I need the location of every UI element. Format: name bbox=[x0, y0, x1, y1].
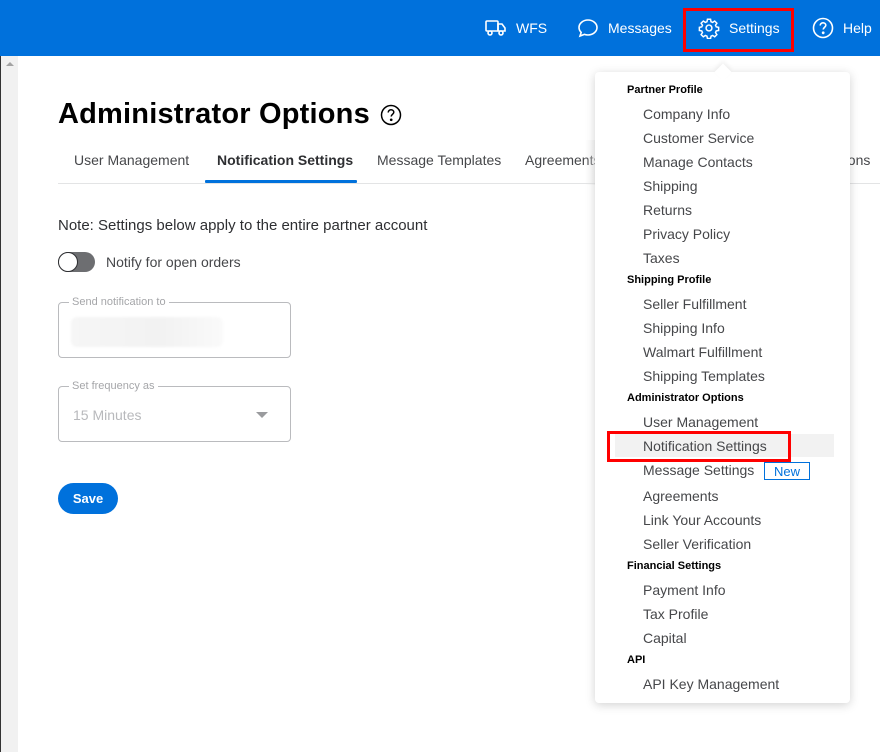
menu-item-shipping-templates[interactable]: Shipping Templates bbox=[643, 368, 765, 384]
question-circle-icon bbox=[812, 17, 843, 39]
caret-down-icon bbox=[256, 412, 268, 418]
menu-item-manage-contacts[interactable]: Manage Contacts bbox=[643, 154, 753, 170]
tab-message-templates[interactable]: Message Templates bbox=[377, 152, 501, 168]
menu-item-tax-profile[interactable]: Tax Profile bbox=[643, 606, 708, 622]
menu-heading-partner-profile: Partner Profile bbox=[627, 84, 703, 96]
nav-wfs[interactable]: WFS bbox=[485, 0, 547, 56]
menu-item-company-info[interactable]: Company Info bbox=[643, 106, 730, 122]
menu-heading-financial-settings: Financial Settings bbox=[627, 560, 722, 572]
menu-item-capital[interactable]: Capital bbox=[643, 630, 687, 646]
menu-item-notification-settings[interactable]: Notification Settings bbox=[643, 438, 767, 454]
nav-help[interactable]: Help bbox=[812, 0, 872, 56]
tab-notification-settings[interactable]: Notification Settings bbox=[217, 152, 353, 168]
nav-messages[interactable]: Messages bbox=[577, 0, 672, 56]
menu-item-link-your-accounts[interactable]: Link Your Accounts bbox=[643, 512, 761, 528]
menu-heading-shipping-profile: Shipping Profile bbox=[627, 274, 712, 286]
menu-heading-api: API bbox=[627, 654, 646, 666]
nav-wfs-label: WFS bbox=[516, 20, 548, 36]
settings-note: Note: Settings below apply to the entire… bbox=[58, 217, 428, 234]
scrollbar[interactable] bbox=[1, 56, 18, 752]
menu-item-taxes[interactable]: Taxes bbox=[643, 250, 680, 266]
nav-help-label: Help bbox=[843, 20, 872, 36]
gear-icon bbox=[698, 17, 729, 39]
menu-item-user-management[interactable]: User Management bbox=[643, 414, 758, 430]
menu-item-payment-info[interactable]: Payment Info bbox=[643, 582, 726, 598]
menu-item-seller-fulfillment[interactable]: Seller Fulfillment bbox=[643, 296, 746, 312]
menu-item-returns[interactable]: Returns bbox=[643, 202, 692, 218]
page-title: Administrator Options bbox=[58, 98, 402, 131]
toggle-label: Notify for open orders bbox=[106, 254, 241, 270]
save-button[interactable]: Save bbox=[58, 483, 118, 514]
frequency-value: 15 Minutes bbox=[73, 407, 142, 423]
frequency-select[interactable]: Set frequency as 15 Minutes bbox=[58, 380, 291, 442]
menu-item-agreements[interactable]: Agreements bbox=[643, 488, 718, 504]
menu-item-shipping[interactable]: Shipping bbox=[643, 178, 698, 194]
nav-settings[interactable]: Settings bbox=[698, 0, 780, 56]
menu-item-shipping-info[interactable]: Shipping Info bbox=[643, 320, 725, 336]
top-navigation-bar: WFS Messages Settings Help bbox=[0, 0, 880, 56]
page-title-text: Administrator Options bbox=[58, 98, 370, 130]
nav-messages-label: Messages bbox=[608, 20, 672, 36]
scroll-up-arrow-icon[interactable] bbox=[6, 62, 14, 66]
chat-bubble-icon bbox=[577, 18, 608, 38]
menu-item-customer-service[interactable]: Customer Service bbox=[643, 130, 754, 146]
settings-dropdown-menu: Partner Profile Company Info Customer Se… bbox=[595, 63, 850, 703]
question-circle-icon[interactable] bbox=[380, 104, 402, 126]
notify-open-orders-toggle[interactable] bbox=[58, 252, 95, 272]
tab-user-management[interactable]: User Management bbox=[74, 152, 189, 168]
send-notification-field[interactable]: Send notification to bbox=[58, 296, 291, 358]
menu-item-seller-verification[interactable]: Seller Verification bbox=[643, 536, 751, 552]
redacted-email-value bbox=[71, 317, 223, 347]
truck-icon bbox=[485, 19, 516, 37]
dropdown-pointer bbox=[714, 63, 732, 81]
menu-item-message-settings[interactable]: Message Settings bbox=[643, 462, 754, 478]
send-notification-label: Send notification to bbox=[69, 296, 169, 308]
toggle-knob bbox=[58, 252, 78, 272]
nav-settings-label: Settings bbox=[729, 20, 780, 36]
menu-item-privacy-policy[interactable]: Privacy Policy bbox=[643, 226, 730, 242]
menu-heading-administrator-options: Administrator Options bbox=[627, 392, 744, 404]
new-badge: New bbox=[764, 462, 810, 480]
menu-item-walmart-fulfillment[interactable]: Walmart Fulfillment bbox=[643, 344, 762, 360]
frequency-label: Set frequency as bbox=[69, 380, 158, 392]
menu-item-api-key-management[interactable]: API Key Management bbox=[643, 676, 779, 692]
active-tab-indicator bbox=[205, 180, 357, 183]
